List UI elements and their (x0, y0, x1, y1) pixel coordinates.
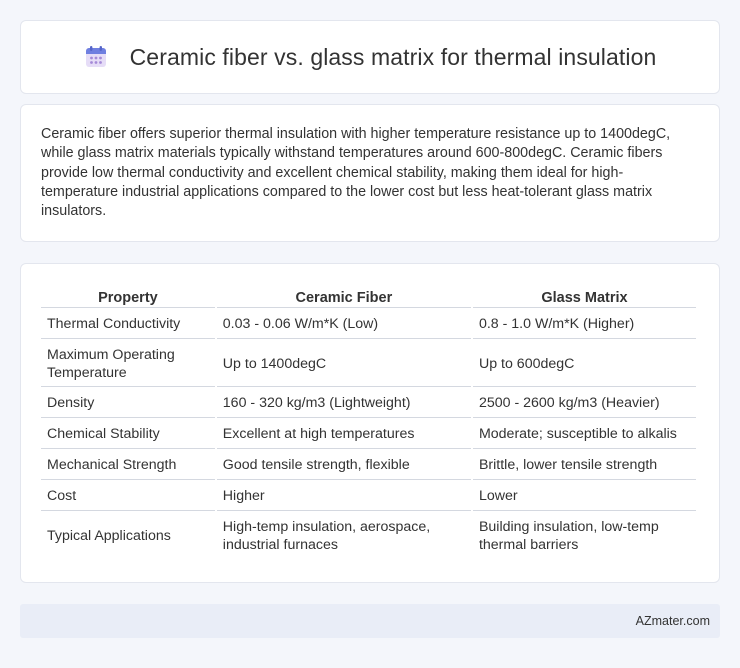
glass-matrix-cell: Up to 600degC (472, 341, 696, 387)
table-row: Chemical Stability Excellent at high tem… (41, 420, 696, 449)
table-row: Maximum Operating Temperature Up to 1400… (41, 341, 696, 387)
table-row: Density 160 - 320 kg/m3 (Lightweight) 25… (41, 389, 696, 418)
ceramic-fiber-cell: Higher (216, 482, 471, 511)
property-cell: Mechanical Strength (41, 451, 215, 480)
table-row: Typical Applications High-temp insulatio… (41, 513, 696, 558)
property-cell: Density (41, 389, 215, 418)
summary-text: Ceramic fiber offers superior thermal in… (41, 126, 671, 220)
glass-matrix-cell: 2500 - 2600 kg/m3 (Heavier) (472, 389, 696, 418)
property-cell: Cost (41, 482, 215, 511)
column-header-glass-matrix: Glass Matrix (472, 284, 696, 308)
column-header-ceramic-fiber: Ceramic Fiber (216, 284, 471, 308)
property-cell: Typical Applications (47, 527, 171, 544)
ceramic-fiber-cell: Good tensile strength, flexible (216, 451, 471, 480)
table-header-row: Property Ceramic Fiber Glass Matrix (41, 284, 696, 308)
comparison-table-card: Property Ceramic Fiber Glass Matrix Ther… (20, 263, 720, 583)
page-title: Ceramic fiber vs. glass matrix for therm… (129, 43, 657, 70)
property-cell: Chemical Stability (41, 420, 215, 449)
glass-matrix-cell: Moderate; susceptible to alkalis (472, 420, 696, 449)
glass-matrix-cell: Brittle, lower tensile strength (472, 451, 696, 480)
property-cell: Maximum Operating Temperature (41, 341, 215, 387)
glass-matrix-cell: 0.8 - 1.0 W/m*K (Higher) (472, 310, 696, 339)
comparison-table: Property Ceramic Fiber Glass Matrix Ther… (39, 282, 698, 560)
ceramic-fiber-cell: 0.03 - 0.06 W/m*K (Low) (216, 310, 471, 339)
ceramic-fiber-cell: Excellent at high temperatures (216, 420, 471, 449)
property-cell: Thermal Conductivity (41, 310, 215, 339)
ceramic-fiber-cell: High-temp insulation, aerospace, industr… (222, 518, 431, 553)
ceramic-fiber-cell: Up to 1400degC (216, 341, 471, 387)
footer: AZmater.com (20, 604, 720, 638)
summary-card: Ceramic fiber offers superior thermal in… (20, 104, 720, 242)
table-row: Mechanical Strength Good tensile strengt… (41, 451, 696, 480)
ceramic-fiber-cell: 160 - 320 kg/m3 (Lightweight) (216, 389, 471, 418)
glass-matrix-cell: Building insulation, low-temp thermal ba… (478, 518, 659, 553)
table-row: Cost Higher Lower (41, 482, 696, 511)
column-header-property: Property (41, 284, 215, 308)
glass-matrix-cell: Lower (472, 482, 696, 511)
footer-site-link[interactable]: AZmater.com (636, 614, 710, 628)
header-card: Ceramic fiber vs. glass matrix for therm… (20, 20, 720, 94)
table-row: Thermal Conductivity 0.03 - 0.06 W/m*K (… (41, 310, 696, 339)
calendar-icon (84, 45, 108, 69)
